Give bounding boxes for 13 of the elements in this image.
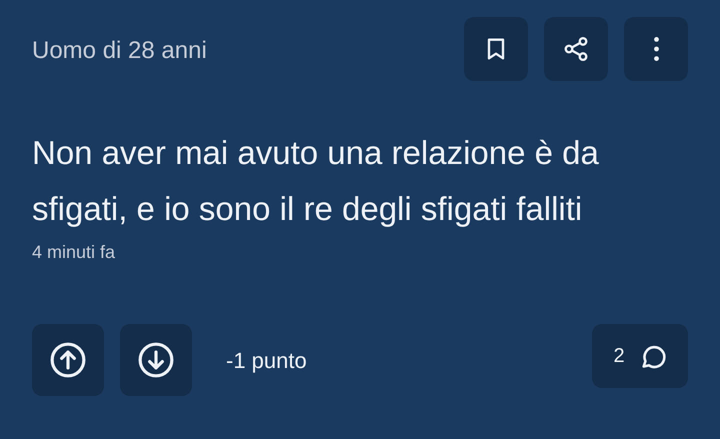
comments-button[interactable]: 2 bbox=[592, 324, 688, 388]
more-icon bbox=[654, 37, 658, 61]
upvote-button[interactable] bbox=[32, 324, 104, 396]
downvote-button[interactable] bbox=[120, 324, 192, 396]
score-label: -1 punto bbox=[226, 346, 307, 375]
bookmark-button[interactable] bbox=[464, 17, 528, 81]
upvote-icon bbox=[49, 341, 87, 379]
share-icon bbox=[562, 35, 590, 63]
timestamp: 4 minuti fa bbox=[32, 241, 116, 264]
post-text: Non aver mai avuto una relazione è da sfigati, e io sono il re degli sfigati falliti bbox=[32, 133, 600, 229]
author-label: Uomo di 28 anni bbox=[32, 36, 207, 66]
share-button[interactable] bbox=[544, 17, 608, 81]
downvote-icon bbox=[137, 341, 175, 379]
